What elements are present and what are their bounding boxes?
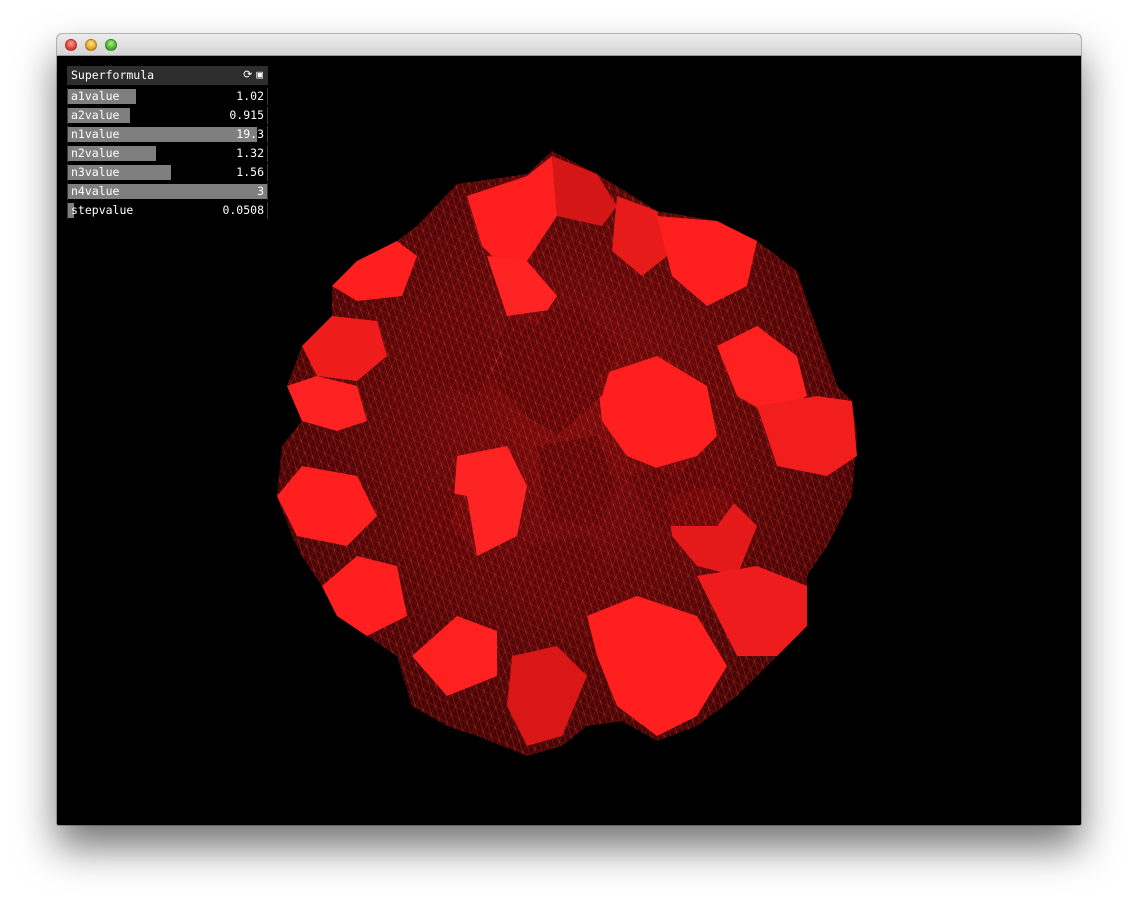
slider-a2value[interactable]: a2value 0.915 [67, 107, 268, 124]
superformula-panel: Superformula ⟳ ▣ a1value 1.02 a2value 0.915… [67, 66, 268, 221]
slider-n4value[interactable]: n4value 3 [67, 183, 268, 200]
slider-label: n3value [71, 165, 120, 179]
3d-viewport[interactable]: Superformula ⟳ ▣ a1value 1.02 a2value 0.915… [57, 56, 1081, 825]
slider-value: 1.56 [236, 165, 264, 179]
slider-label: n1value [71, 127, 120, 141]
slider-value: 1.32 [236, 146, 264, 160]
panel-title: Superformula [71, 68, 155, 82]
refresh-icon[interactable]: ⟳ [243, 67, 252, 83]
slider-a1value[interactable]: a1value 1.02 [67, 88, 268, 105]
slider-value: 0.0508 [222, 203, 264, 217]
slider-n2value[interactable]: n2value 1.32 [67, 145, 268, 162]
slider-label: a1value [71, 89, 120, 103]
close-window-button[interactable] [65, 39, 77, 51]
slider-stepvalue[interactable]: stepvalue 0.0508 [67, 202, 268, 219]
slider-value: 0.915 [229, 108, 264, 122]
slider-value: 3 [257, 184, 264, 198]
slider-label: stepvalue [71, 203, 134, 217]
slider-n3value[interactable]: n3value 1.56 [67, 164, 268, 181]
slider-list: a1value 1.02 a2value 0.915 n1value 19.3 n2valu… [67, 88, 268, 219]
slider-label: n4value [71, 184, 120, 198]
slider-label: n2value [71, 146, 120, 160]
app-window: Superformula ⟳ ▣ a1value 1.02 a2value 0.915… [57, 34, 1081, 825]
slider-value: 19.3 [236, 127, 264, 141]
slider-n1value[interactable]: n1value 19.3 [67, 126, 268, 143]
slider-label: a2value [71, 108, 120, 122]
panel-header[interactable]: Superformula ⟳ ▣ [67, 66, 268, 85]
slider-value: 1.02 [236, 89, 264, 103]
save-icon[interactable]: ▣ [256, 67, 263, 83]
minimize-window-button[interactable] [85, 39, 97, 51]
maximize-window-button[interactable] [105, 39, 117, 51]
title-bar[interactable] [57, 34, 1081, 56]
